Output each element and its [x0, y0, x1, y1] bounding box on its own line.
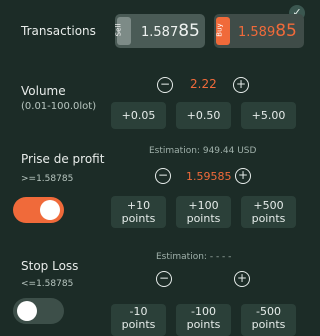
buy-tag-label: Buy — [215, 23, 224, 37]
stop-loss-decrement-button[interactable]: -100 points — [176, 304, 231, 336]
take-profit-increment-button[interactable]: +10 points — [111, 196, 166, 228]
take-profit-estimation: Estimation: 949.44 USD — [149, 146, 256, 156]
take-profit-increment-button[interactable]: +500 points — [241, 196, 296, 228]
volume-range: (0.01-100.0lot) — [21, 101, 97, 112]
stop-loss-estimation: Estimation: - - - - — [156, 252, 231, 262]
stop-loss-decrement-button[interactable]: -500 points — [241, 304, 296, 336]
take-profit-label: Prise de profit — [21, 152, 105, 166]
take-profit-increment-button[interactable]: +100 points — [176, 196, 231, 228]
volume-increment-button[interactable]: +0.05 — [111, 102, 166, 129]
transactions-label: Transactions — [21, 24, 96, 38]
stop-loss-label: Stop Loss — [21, 259, 79, 273]
sell-panel[interactable]: Sell 1.58785 — [114, 14, 205, 48]
volume-increment-button[interactable]: +5.00 — [241, 102, 296, 129]
volume-plus-button[interactable]: + — [233, 77, 249, 93]
take-profit-estimation-label: Estimation: — [149, 146, 200, 156]
volume-minus-button[interactable]: − — [157, 77, 173, 93]
volume-label: Volume — [21, 84, 66, 98]
take-profit-minus-button[interactable]: − — [155, 168, 171, 184]
buy-price-big: 85 — [275, 21, 297, 41]
buy-tag: Buy — [216, 17, 230, 45]
volume-value[interactable]: 2.22 — [190, 77, 217, 91]
take-profit-threshold: >=1.58785 — [21, 174, 74, 184]
sell-price: 1.58785 — [141, 21, 200, 41]
sell-tag-label: Sell — [114, 23, 123, 37]
decrement-amount: -100 — [191, 305, 216, 318]
buy-price-main: 1.589 — [238, 25, 276, 40]
increment-amount: +10 — [126, 199, 151, 212]
take-profit-estimation-value: 949.44 USD — [202, 146, 257, 156]
increment-unit: points — [186, 212, 221, 225]
increment-unit: points — [121, 212, 156, 225]
sell-price-main: 1.587 — [141, 25, 179, 40]
increment-amount: +100 — [188, 199, 219, 212]
stop-loss-plus-button[interactable]: + — [234, 271, 250, 287]
buy-price: 1.58985 — [238, 21, 297, 41]
increment-unit: points — [251, 212, 286, 225]
stop-loss-toggle[interactable] — [13, 298, 64, 324]
stop-loss-minus-button[interactable]: − — [156, 271, 172, 287]
buy-panel[interactable]: Buy 1.58985 — [214, 14, 304, 48]
stop-loss-estimation-label: Estimation: — [156, 252, 207, 262]
increment-amount: +500 — [253, 199, 284, 212]
take-profit-value[interactable]: 1.59585 — [186, 170, 232, 183]
take-profit-toggle[interactable] — [13, 197, 64, 223]
toggle-knob — [40, 200, 60, 220]
decrement-amount: -10 — [129, 305, 148, 318]
toggle-knob — [17, 301, 37, 321]
sell-tag: Sell — [114, 17, 131, 45]
sell-price-big: 85 — [178, 21, 200, 41]
volume-increment-button[interactable]: +0.50 — [176, 102, 231, 129]
stop-loss-threshold: <=1.58785 — [21, 279, 74, 289]
decrement-amount: -500 — [256, 305, 281, 318]
take-profit-plus-button[interactable]: + — [235, 168, 251, 184]
stop-loss-decrement-button[interactable]: -10 points — [111, 304, 166, 336]
stop-loss-estimation-value: - - - - — [209, 252, 232, 262]
